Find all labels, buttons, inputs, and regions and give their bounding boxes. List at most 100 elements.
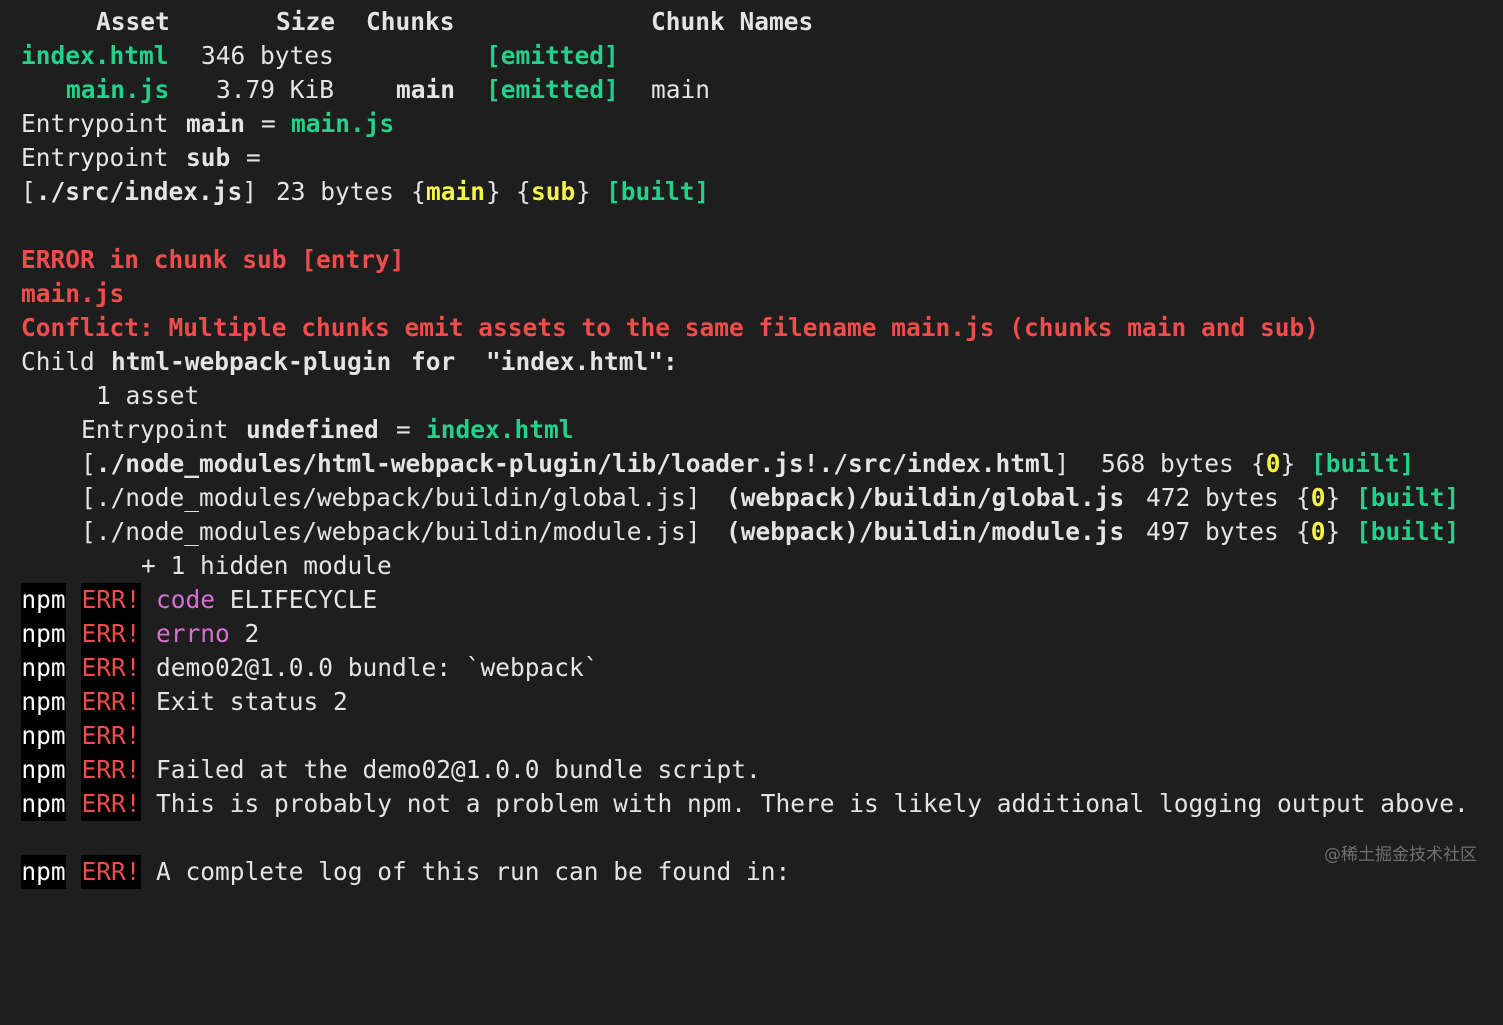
npm-label: npm xyxy=(21,753,66,787)
err-label: ERR! xyxy=(81,583,141,617)
equals-sign: = xyxy=(396,415,411,444)
err-label: ERR! xyxy=(81,617,141,651)
brace-open: { xyxy=(411,177,426,206)
child-target: "index.html": xyxy=(486,347,678,376)
module-size: 23 bytes xyxy=(276,177,395,206)
npm-label: npm xyxy=(21,787,66,821)
module-line: [./node_modules/webpack/buildin/module.j… xyxy=(0,515,1503,549)
module-line: [./node_modules/webpack/buildin/global.j… xyxy=(0,481,1503,515)
header-chunk-names: Chunk Names xyxy=(651,7,814,36)
error-file: main.js xyxy=(0,277,1503,311)
brace-close: } xyxy=(576,177,591,206)
emitted-flag: [emitted] xyxy=(486,75,619,104)
entrypoint-file: index.html xyxy=(426,415,574,444)
asset-row: main.js 3.79 KiB main [emitted] main xyxy=(0,73,1503,107)
chunk-id: {0} xyxy=(1296,517,1341,546)
entrypoint-file: main.js xyxy=(291,109,395,138)
asset-chunk-name: main xyxy=(651,75,711,104)
equals-sign: = xyxy=(261,109,276,138)
header-chunks: Chunks xyxy=(366,7,455,36)
npm-err-line: npm ERR! Failed at the demo02@1.0.0 bund… xyxy=(0,753,1503,787)
npm-label: npm xyxy=(21,685,66,719)
hidden-modules-text: + 1 hidden module xyxy=(141,551,392,580)
chunk-main: main xyxy=(426,177,486,206)
npm-label: npm xyxy=(21,719,66,753)
error-file-text: main.js xyxy=(21,279,125,308)
module-size: 568 bytes xyxy=(1101,449,1234,478)
module-alias: (webpack)/buildin/global.js xyxy=(726,483,1125,512)
child-asset-count: 1 asset xyxy=(0,379,1503,413)
entrypoint-main-line: Entrypoint main = main.js xyxy=(0,107,1503,141)
module-path: [./node_modules/webpack/buildin/global.j… xyxy=(81,483,701,512)
chunk-sub: sub xyxy=(531,177,576,206)
child-line: Child html-webpack-plugin for "index.htm… xyxy=(0,345,1503,379)
npm-label: npm xyxy=(21,617,66,651)
npm-err-line: npm ERR! Exit status 2 xyxy=(0,685,1503,719)
entrypoint-name: main xyxy=(186,109,246,138)
entrypoint-sub-line: Entrypoint sub = xyxy=(0,141,1503,175)
module-size: 472 bytes xyxy=(1146,483,1279,512)
npm-err-line: npm ERR! code ELIFECYCLE xyxy=(0,583,1503,617)
error-heading: ERROR in chunk sub [entry] xyxy=(0,243,1503,277)
child-plugin: html-webpack-plugin xyxy=(111,347,392,376)
child-entrypoint-line: Entrypoint undefined = index.html xyxy=(0,413,1503,447)
brace-close: } xyxy=(486,177,501,206)
module-path: [./node_modules/webpack/buildin/module.j… xyxy=(81,517,701,546)
npm-err-line: npm ERR! xyxy=(0,719,1503,753)
error-heading-text: ERROR in chunk sub [entry] xyxy=(21,245,405,274)
asset-name: main.js xyxy=(66,75,170,104)
npm-err-message: Failed at the demo02@1.0.0 bundle script… xyxy=(156,755,761,784)
error-message: Conflict: Multiple chunks emit assets to… xyxy=(0,311,1503,345)
npm-err-message: code ELIFECYCLE xyxy=(156,585,378,614)
npm-err-message: Exit status 2 xyxy=(156,687,348,716)
npm-err-message: errno 2 xyxy=(156,619,260,648)
asset-size: 346 bytes xyxy=(201,41,334,70)
built-flag: [built] xyxy=(1356,483,1460,512)
brace-open: { xyxy=(516,177,531,206)
err-label: ERR! xyxy=(81,855,141,889)
asset-chunk: main xyxy=(396,75,456,104)
terminal-output[interactable]: Asset Size Chunks Chunk Names index.html… xyxy=(0,5,1503,889)
asset-name: index.html xyxy=(21,41,169,70)
err-label: ERR! xyxy=(81,685,141,719)
npm-err-line: npm ERR! This is probably not a problem … xyxy=(0,787,1503,821)
err-label: ERR! xyxy=(81,787,141,821)
header-size: Size xyxy=(276,7,336,36)
emitted-flag: [emitted] xyxy=(486,41,619,70)
built-flag: [built] xyxy=(1356,517,1460,546)
err-label: ERR! xyxy=(81,753,141,787)
entrypoint-label: Entrypoint xyxy=(21,109,169,138)
chunk-id: {0} xyxy=(1251,449,1296,478)
header-asset: Asset xyxy=(96,7,170,36)
module-alias: (webpack)/buildin/module.js xyxy=(726,517,1125,546)
npm-err-message: This is probably not a problem with npm.… xyxy=(156,789,1469,818)
asset-row: index.html 346 bytes [emitted] xyxy=(0,39,1503,73)
module-size: 497 bytes xyxy=(1146,517,1279,546)
entrypoint-label: Entrypoint xyxy=(81,415,229,444)
error-message-text: Conflict: Multiple chunks emit assets to… xyxy=(21,313,1320,342)
npm-err-message: A complete log of this run can be found … xyxy=(156,857,791,886)
npm-label: npm xyxy=(21,855,66,889)
asset-size: 3.79 KiB xyxy=(216,75,335,104)
err-label: ERR! xyxy=(81,651,141,685)
entrypoint-name: undefined xyxy=(246,415,379,444)
npm-label: npm xyxy=(21,651,66,685)
equals-sign: = xyxy=(246,143,261,172)
asset-table-header: Asset Size Chunks Chunk Names xyxy=(0,5,1503,39)
chunk-id: {0} xyxy=(1296,483,1341,512)
npm-err-line: npm ERR! demo02@1.0.0 bundle: `webpack` xyxy=(0,651,1503,685)
entrypoint-name: sub xyxy=(186,143,231,172)
child-prefix: Child xyxy=(21,347,95,376)
module-line: [./src/index.js] 23 bytes { main } { sub… xyxy=(0,175,1503,209)
module-line: [./node_modules/html-webpack-plugin/lib/… xyxy=(0,447,1503,481)
module-path: [./node_modules/html-webpack-plugin/lib/… xyxy=(81,449,1070,478)
npm-err-line: npm ERR! errno 2 xyxy=(0,617,1503,651)
watermark: @稀土掘金技术社区 xyxy=(1324,845,1477,865)
hidden-modules-line: + 1 hidden module xyxy=(0,549,1503,583)
entrypoint-label: Entrypoint xyxy=(21,143,169,172)
module-path: [./src/index.js] xyxy=(21,177,258,206)
asset-count-text: 1 asset xyxy=(96,381,200,410)
built-flag: [built] xyxy=(606,177,710,206)
